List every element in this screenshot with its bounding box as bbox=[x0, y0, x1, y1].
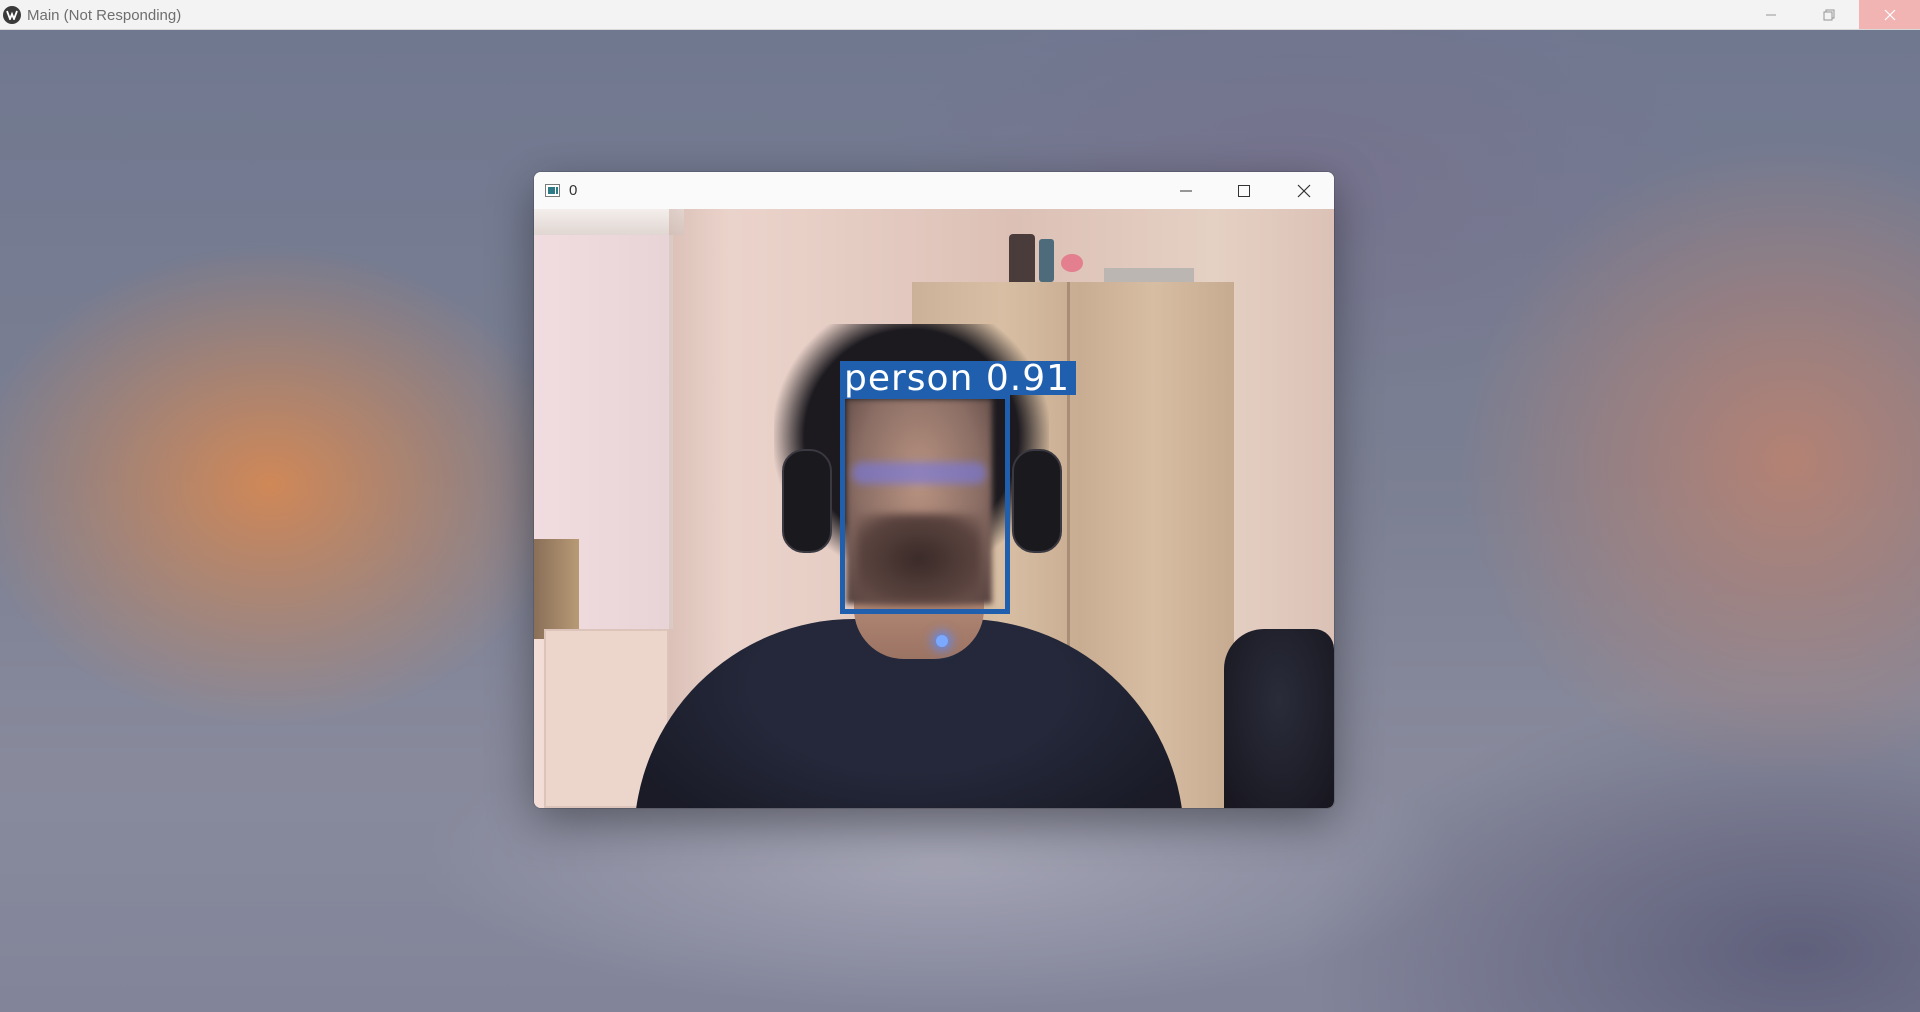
camera-maximize-button[interactable] bbox=[1215, 172, 1273, 209]
main-close-button[interactable] bbox=[1859, 0, 1920, 29]
camera-minimize-button[interactable] bbox=[1157, 172, 1215, 209]
close-icon bbox=[1297, 184, 1311, 197]
detection-label: person 0.91 bbox=[840, 361, 1076, 397]
bowl bbox=[1061, 254, 1083, 272]
camera-window-title: 0 bbox=[569, 182, 578, 199]
maximize-icon bbox=[1238, 184, 1250, 197]
restore-icon bbox=[1823, 9, 1835, 20]
curtain bbox=[534, 539, 579, 639]
minimize-icon bbox=[1180, 190, 1192, 191]
blind-roller bbox=[534, 209, 684, 235]
headphone-left bbox=[782, 449, 832, 553]
main-restore-button[interactable] bbox=[1800, 0, 1858, 29]
app-icon bbox=[3, 6, 21, 24]
main-window-title: Main (Not Responding) bbox=[27, 7, 182, 24]
bottle bbox=[1009, 234, 1035, 282]
headset-led bbox=[936, 635, 948, 647]
detection-bounding-box bbox=[840, 394, 1010, 614]
main-minimize-button[interactable] bbox=[1742, 0, 1800, 29]
shelf-items bbox=[1009, 234, 1209, 284]
camera-window[interactable]: 0 person 0.91 bbox=[534, 172, 1334, 808]
camera-close-button[interactable] bbox=[1275, 172, 1333, 209]
main-window-titlebar: Main (Not Responding) bbox=[0, 0, 1920, 30]
close-icon bbox=[1884, 9, 1895, 20]
minimize-icon bbox=[1766, 14, 1776, 15]
jacket bbox=[1224, 629, 1334, 808]
headphone-right bbox=[1012, 449, 1062, 553]
window-app-icon bbox=[545, 184, 560, 197]
camera-window-titlebar[interactable]: 0 bbox=[534, 172, 1334, 209]
webcam-frame: person 0.91 bbox=[534, 209, 1334, 808]
box bbox=[1104, 268, 1194, 282]
bottle bbox=[1039, 239, 1054, 282]
